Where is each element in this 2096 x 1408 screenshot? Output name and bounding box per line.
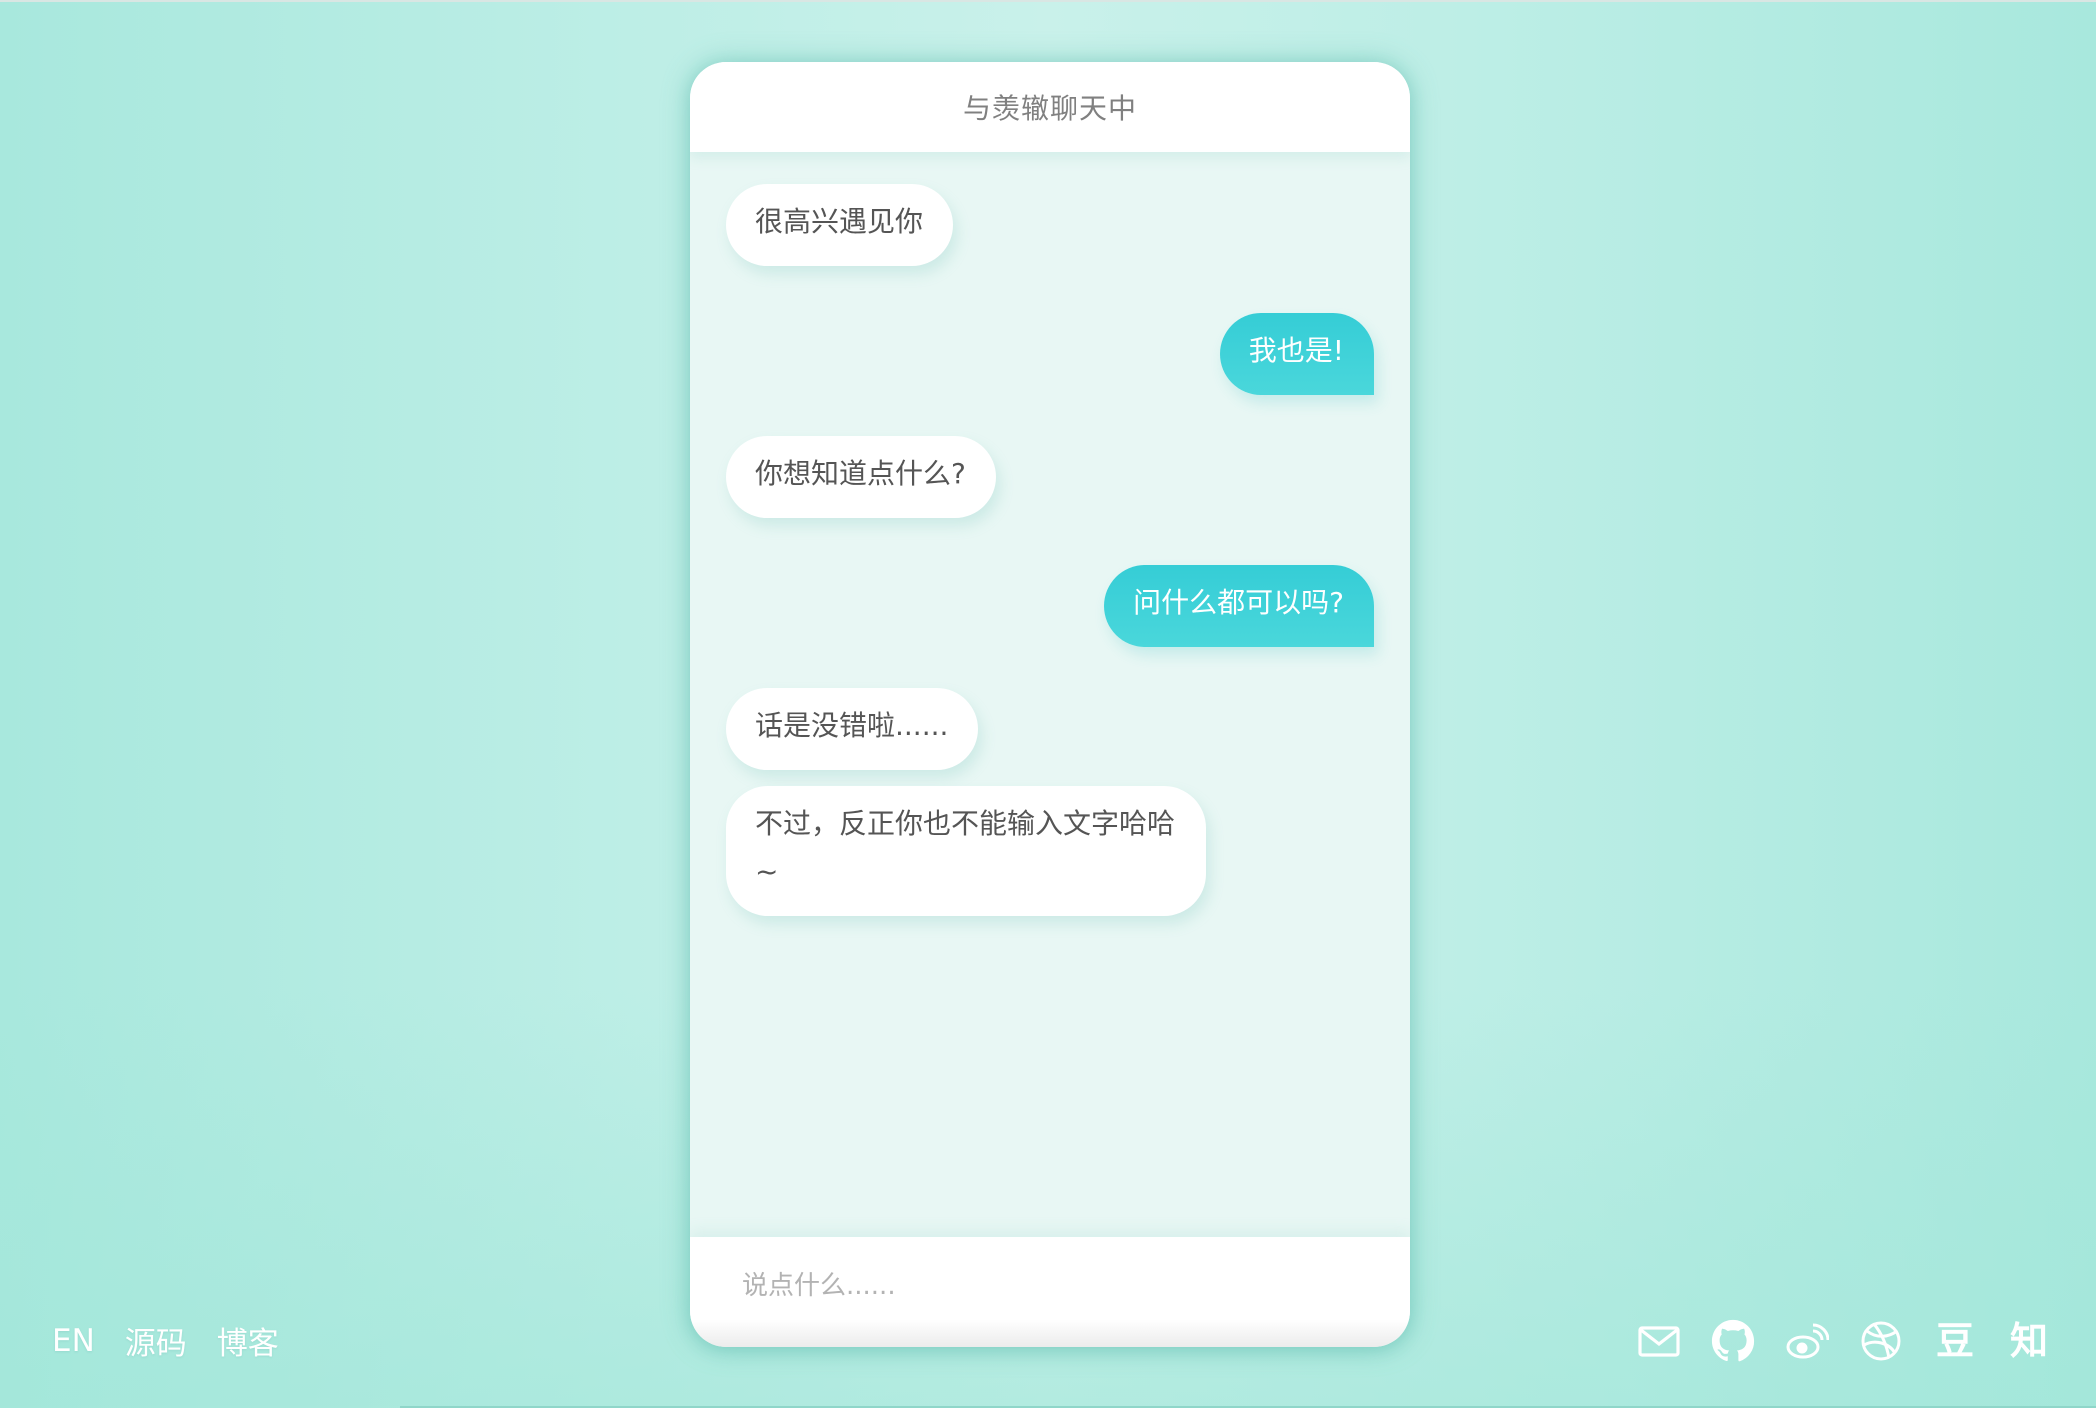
chat-window: 与羡辙聊天中 很高兴遇见你 我也是! 你想知道点什么? 问什么都可以吗? 话是没…: [690, 62, 1410, 1347]
bot-message: 你想知道点什么?: [726, 436, 996, 518]
bot-message: 话是没错啦......: [726, 688, 979, 770]
message-row: 不过，反正你也不能输入文字哈哈~: [726, 786, 1374, 916]
zhihu-link[interactable]: 知: [2006, 1318, 2052, 1364]
weibo-icon[interactable]: [1784, 1318, 1830, 1364]
message-row: 我也是!: [726, 313, 1374, 395]
language-link[interactable]: EN: [52, 1323, 95, 1359]
message-input[interactable]: [740, 1257, 1344, 1315]
message-list: 很高兴遇见你 我也是! 你想知道点什么? 问什么都可以吗? 话是没错啦.....…: [690, 152, 1410, 1237]
message-row: 很高兴遇见你: [726, 184, 1374, 266]
chat-header: 与羡辙聊天中: [690, 62, 1410, 152]
user-message: 问什么都可以吗?: [1104, 565, 1374, 647]
mail-icon[interactable]: [1636, 1318, 1682, 1364]
message-row: 你想知道点什么?: [726, 436, 1374, 518]
dribbble-icon[interactable]: [1858, 1318, 1904, 1364]
social-links: 豆 知: [1636, 1318, 2052, 1364]
douban-link[interactable]: 豆: [1932, 1318, 1978, 1364]
footer-links: EN 源码 博客: [52, 1318, 279, 1363]
message-row: 话是没错啦......: [726, 688, 1374, 770]
user-message: 我也是!: [1219, 313, 1374, 395]
message-row: 问什么都可以吗?: [726, 565, 1374, 647]
bot-message: 不过，反正你也不能输入文字哈哈~: [726, 786, 1206, 916]
input-bar: [690, 1237, 1410, 1347]
chat-title: 与羡辙聊天中: [962, 92, 1137, 125]
source-code-link[interactable]: 源码: [125, 1318, 187, 1363]
top-border: [0, 0, 2096, 2]
bot-message: 很高兴遇见你: [726, 184, 954, 266]
blog-link[interactable]: 博客: [217, 1318, 279, 1363]
github-icon[interactable]: [1710, 1318, 1756, 1364]
